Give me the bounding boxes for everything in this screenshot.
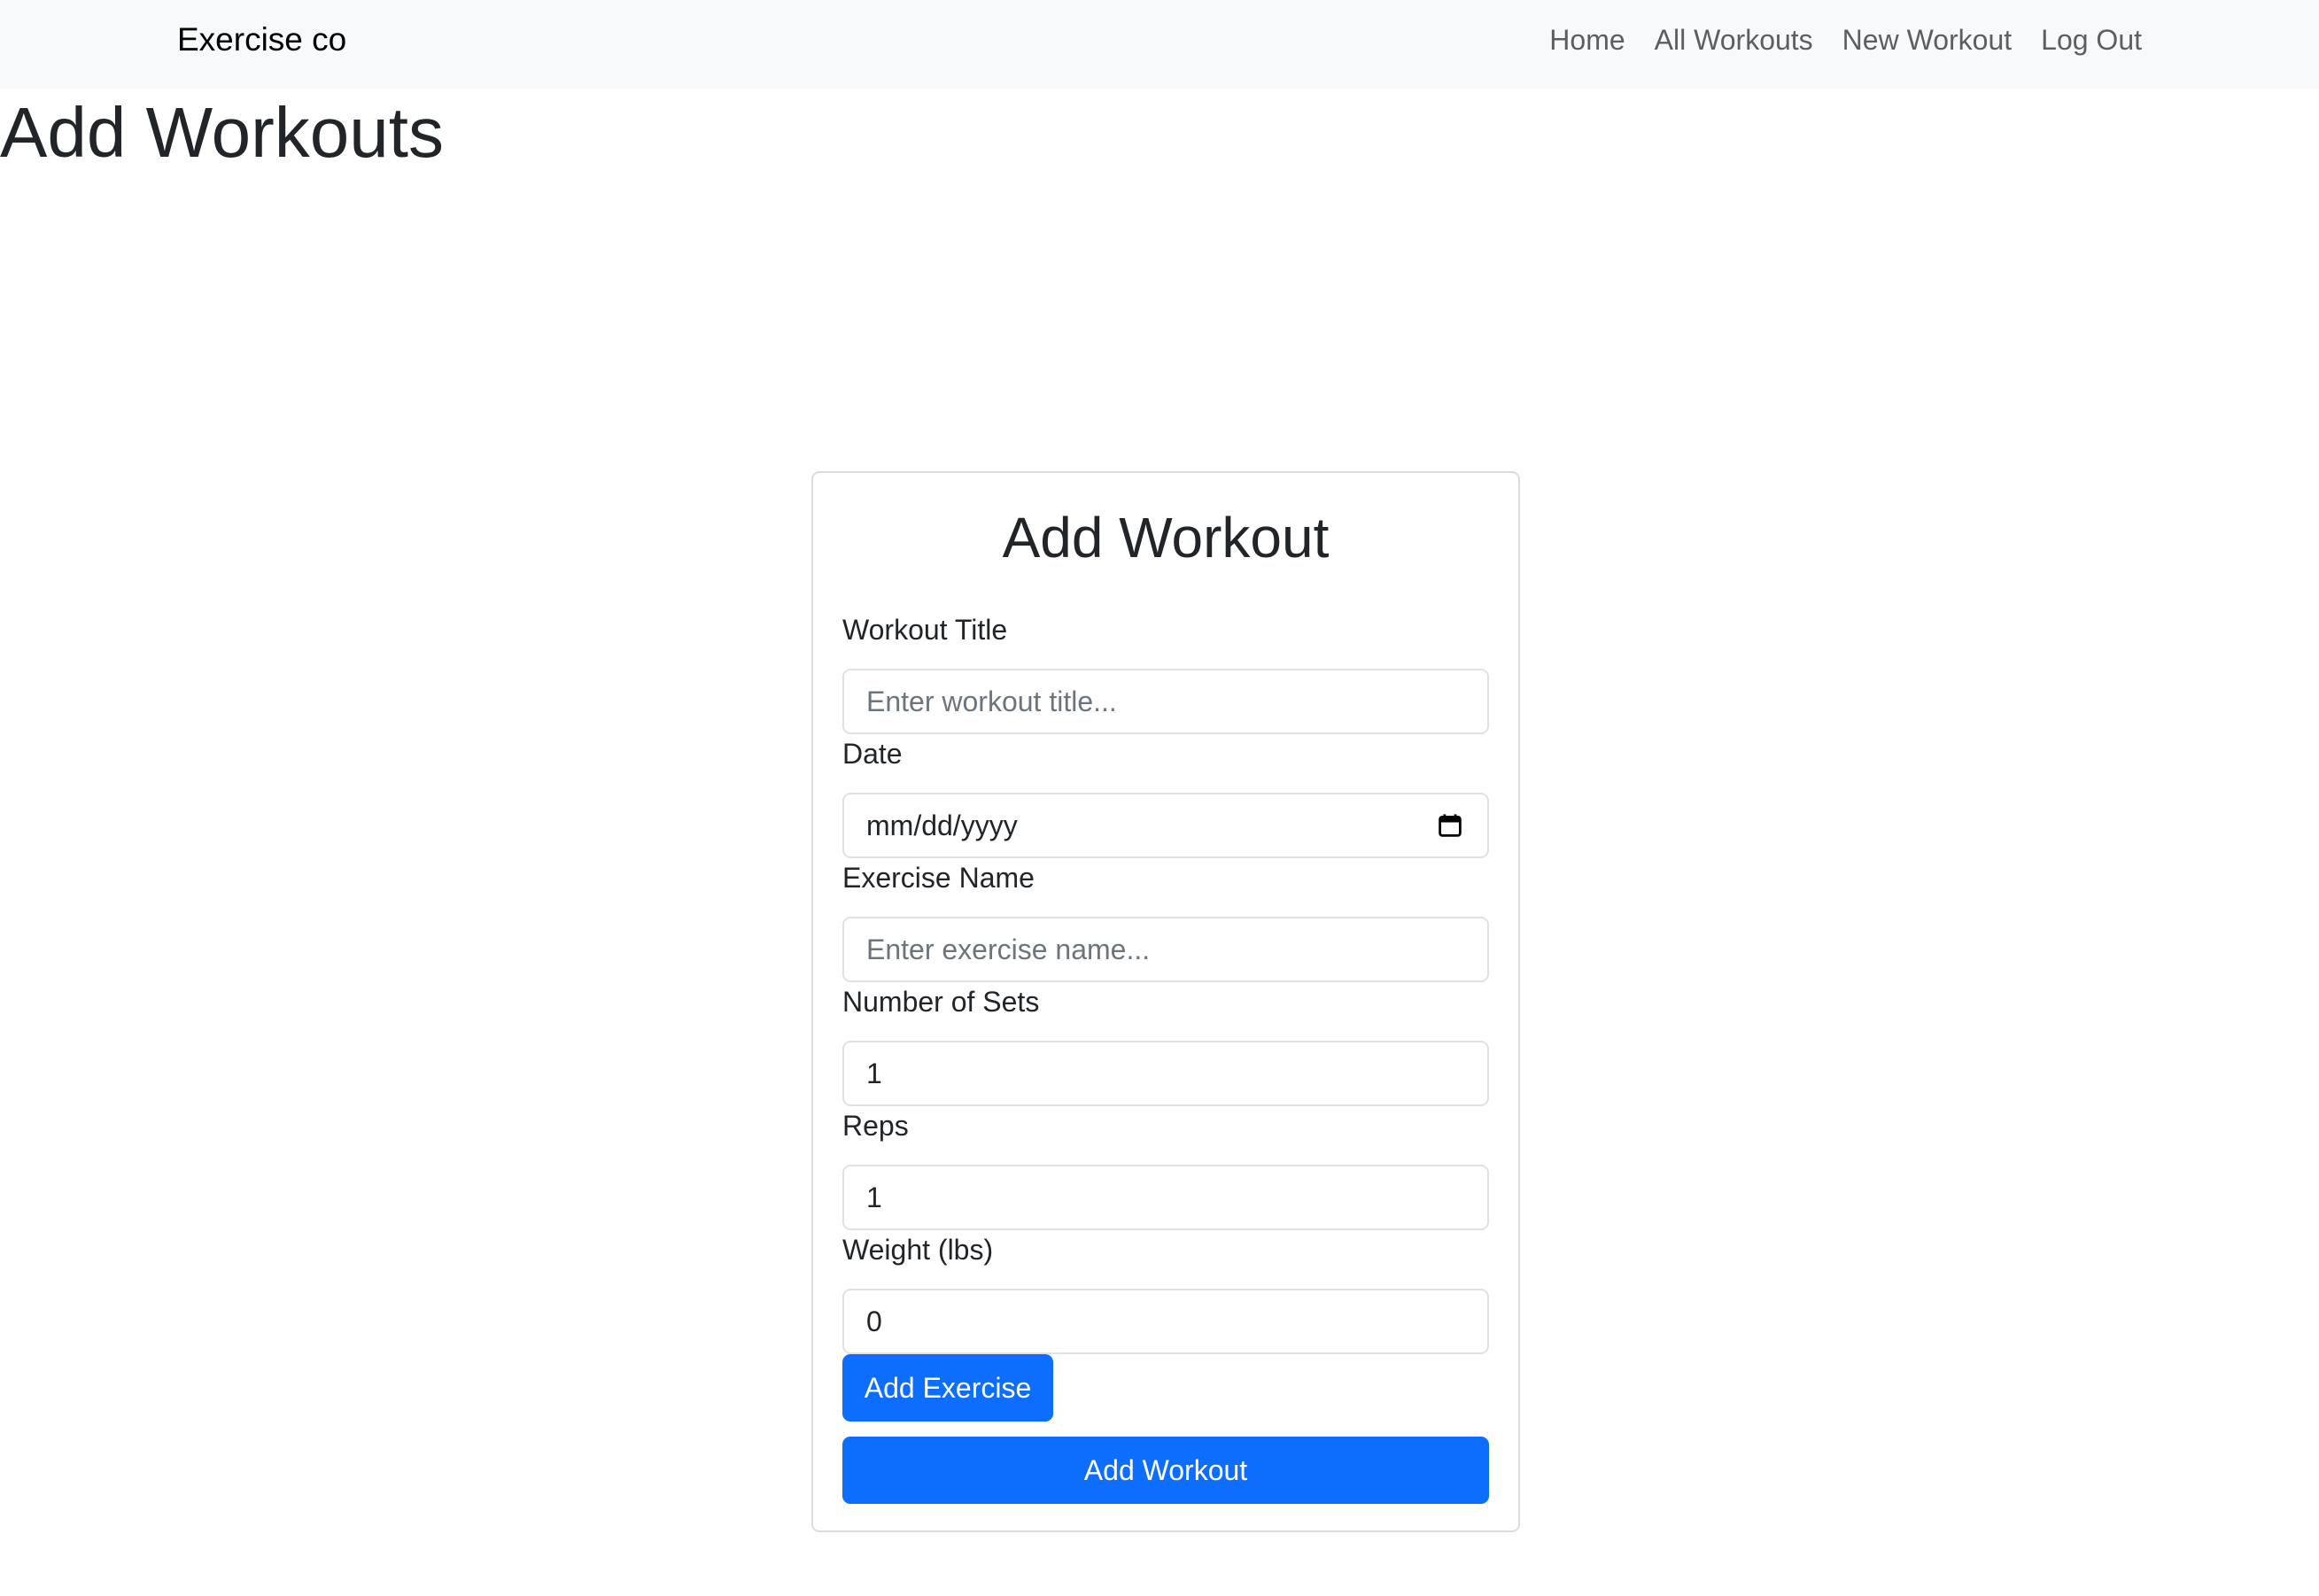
calendar-icon[interactable] [1438,813,1462,838]
nav-links: Home All Workouts New Workout Log Out [1549,18,2142,62]
weight-input[interactable] [842,1289,1489,1354]
nav-home-link[interactable]: Home [1549,18,1625,62]
nav-log-out-link[interactable]: Log Out [2041,18,2142,62]
date-input-text: mm/dd/yyyy [866,810,1018,841]
page-title: Add Workouts [0,93,444,172]
navbar: Exercise co Home All Workouts New Workou… [0,0,2319,89]
add-exercise-button[interactable]: Add Exercise [842,1354,1053,1422]
add-workout-button[interactable]: Add Workout [842,1437,1489,1504]
exercise-name-label: Exercise Name [842,862,1035,894]
weight-label: Weight (lbs) [842,1234,994,1266]
exercise-name-input[interactable] [842,917,1489,982]
reps-input[interactable] [842,1165,1489,1230]
sets-input[interactable] [842,1041,1489,1106]
reps-label: Reps [842,1110,909,1142]
workout-title-label: Workout Title [842,614,1008,646]
nav-new-workout-link[interactable]: New Workout [1842,18,2012,62]
date-input[interactable]: mm/dd/yyyy [842,793,1489,858]
card-title: Add Workout [1002,506,1330,569]
date-label: Date [842,738,903,770]
nav-all-workouts-link[interactable]: All Workouts [1655,18,1813,62]
add-workout-card: Add Workout Workout Title Date mm/dd/yyy… [811,471,1520,1532]
workout-title-input[interactable] [842,669,1489,734]
sets-label: Number of Sets [842,986,1040,1018]
brand-link[interactable]: Exercise co [177,18,346,62]
